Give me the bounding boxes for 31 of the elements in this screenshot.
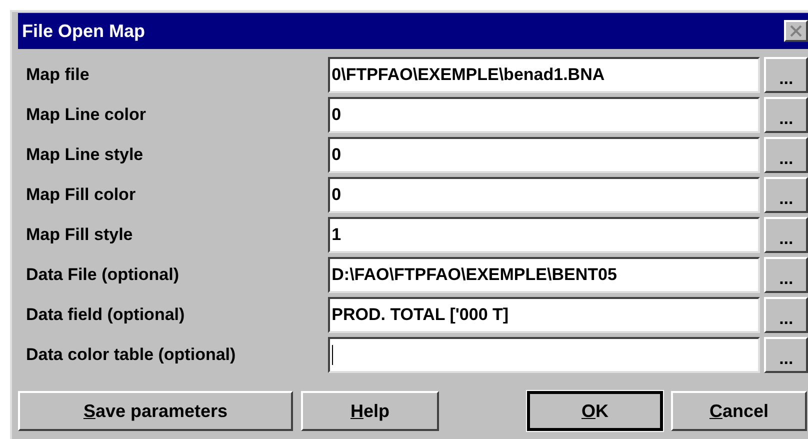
close-icon — [789, 25, 803, 37]
field-label: Data field (optional) — [25, 304, 186, 326]
field-label: Map Fill color — [25, 184, 137, 206]
field-label: Map Line style — [25, 144, 144, 166]
field-label: Data File (optional) — [25, 264, 180, 286]
dialog-button[interactable]: Help — [301, 391, 439, 431]
input-field[interactable]: 0\FTPFAO\EXEMPLE\benad1.BNA — [328, 57, 760, 93]
field-label: Map Fill style — [25, 224, 134, 246]
browse-button[interactable]: ... — [764, 177, 808, 213]
browse-button[interactable]: ... — [764, 297, 808, 333]
input-field[interactable]: D:\FAO\FTPFAO\EXEMPLE\BENT05 — [328, 257, 760, 293]
field-label: Map file — [25, 64, 90, 86]
input-field[interactable]: 0 — [328, 97, 760, 133]
input-field[interactable]: PROD. TOTAL ['000 T] — [328, 297, 760, 333]
window-title: File Open Map — [22, 20, 146, 43]
field-label: Data color table (optional) — [25, 344, 237, 366]
browse-button[interactable]: ... — [764, 57, 808, 93]
input-field[interactable] — [328, 337, 760, 373]
input-field[interactable]: 1 — [328, 217, 760, 253]
input-field[interactable]: 0 — [328, 177, 760, 213]
browse-button[interactable]: ... — [764, 97, 808, 133]
dialog-button[interactable]: Cancel — [671, 391, 807, 431]
text-cursor — [332, 345, 333, 365]
browse-button[interactable]: ... — [764, 137, 808, 173]
dialog-button[interactable]: OK — [527, 391, 663, 431]
field-label: Map Line color — [25, 104, 147, 126]
browse-button[interactable]: ... — [764, 257, 808, 293]
dialog-button[interactable]: Save parameters — [18, 391, 293, 431]
browse-button[interactable]: ... — [764, 337, 808, 373]
browse-button[interactable]: ... — [764, 217, 808, 253]
input-field[interactable]: 0 — [328, 137, 760, 173]
